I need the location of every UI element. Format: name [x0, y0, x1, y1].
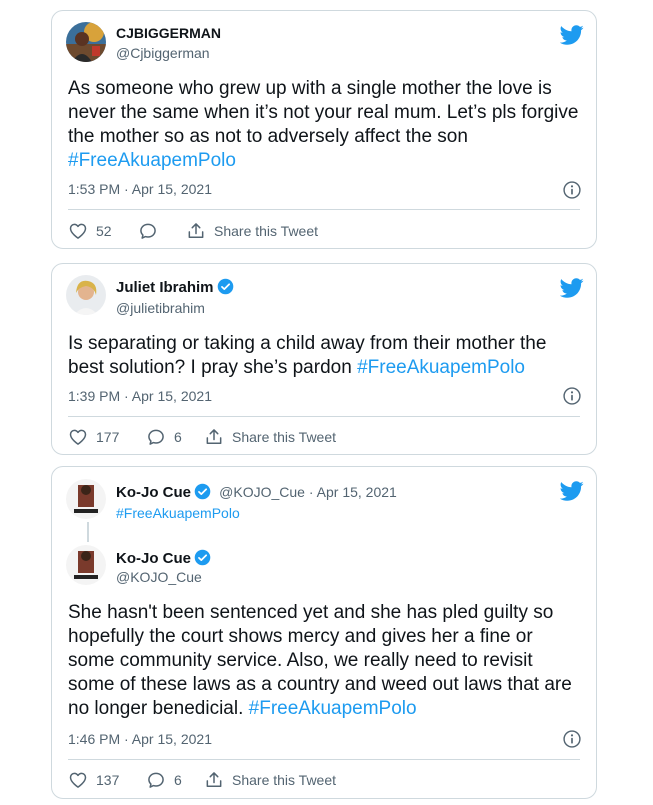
like-count: 52: [96, 223, 112, 239]
tweet-timestamp[interactable]: 1:46 PM · Apr 15, 2021: [68, 731, 212, 747]
tweet-text: Is separating or taking a child away fro…: [68, 332, 582, 380]
avatar[interactable]: [66, 275, 106, 315]
reply-button[interactable]: 6: [146, 427, 182, 447]
hashtag-link[interactable]: #FreeAkuapemPolo: [249, 698, 417, 719]
info-icon[interactable]: [562, 180, 582, 200]
reply-button[interactable]: 6: [146, 770, 182, 790]
twitter-bird-icon[interactable]: [560, 276, 584, 300]
like-button[interactable]: 52: [68, 221, 112, 241]
tweet-card[interactable]: Ko-Jo Cue @KOJO_Cue · Apr 15, 2021 #Free…: [51, 466, 597, 799]
author-meta: @KOJO_Cue · Apr 15, 2021: [219, 484, 397, 500]
tweet-card[interactable]: Juliet Ibrahim @julietibrahim Is separat…: [51, 263, 597, 455]
heart-icon: [68, 221, 88, 241]
info-icon[interactable]: [562, 386, 582, 406]
verified-badge-icon: [217, 278, 234, 295]
twitter-bird-icon[interactable]: [560, 23, 584, 47]
divider: [68, 416, 580, 417]
tweet-text: She hasn't been sentenced yet and she ha…: [68, 601, 582, 721]
author-name-text: Ko-Jo Cue: [116, 550, 191, 567]
author-name[interactable]: Ko-Jo Cue: [116, 549, 211, 567]
author-name-text: Ko-Jo Cue: [116, 484, 191, 501]
author-handle[interactable]: @Cjbiggerman: [116, 45, 210, 61]
share-icon: [204, 427, 224, 447]
avatar[interactable]: [66, 479, 106, 519]
verified-badge-icon: [194, 483, 211, 500]
share-label: Share this Tweet: [232, 772, 337, 788]
avatar[interactable]: [66, 545, 106, 585]
reply-icon: [146, 427, 166, 447]
share-button[interactable]: Share this Tweet: [204, 427, 336, 447]
tweet-timestamp[interactable]: 1:39 PM · Apr 15, 2021: [68, 388, 212, 404]
twitter-bird-icon[interactable]: [560, 479, 584, 503]
share-button[interactable]: Share this Tweet: [204, 770, 336, 790]
reply-button[interactable]: [138, 221, 166, 241]
reply-icon: [146, 770, 166, 790]
like-count: 177: [96, 429, 120, 445]
reply-count: 6: [174, 772, 182, 788]
share-label: Share this Tweet: [232, 429, 337, 445]
like-button[interactable]: 137: [68, 770, 119, 790]
share-icon: [204, 770, 224, 790]
author-name[interactable]: Juliet Ibrahim: [116, 278, 234, 296]
like-button[interactable]: 177: [68, 427, 119, 447]
avatar[interactable]: [66, 22, 106, 62]
author-name-text: Juliet Ibrahim: [116, 279, 214, 296]
thread-connector: [87, 522, 89, 542]
tweet-text: As someone who grew up with a single mot…: [68, 77, 582, 173]
hashtag-link[interactable]: #FreeAkuapemPolo: [357, 357, 525, 378]
tweet-body: As someone who grew up with a single mot…: [68, 78, 579, 147]
tweet-card[interactable]: CJBIGGERMAN @Cjbiggerman As someone who …: [51, 10, 597, 249]
tweet-timestamp[interactable]: 1:53 PM · Apr 15, 2021: [68, 181, 212, 197]
reply-count: 6: [174, 429, 182, 445]
author-handle[interactable]: @KOJO_Cue: [116, 569, 202, 585]
share-button[interactable]: Share this Tweet: [186, 221, 318, 241]
share-label: Share this Tweet: [214, 223, 319, 239]
author-name[interactable]: CJBIGGERMAN: [116, 25, 221, 41]
author-handle[interactable]: @julietibrahim: [116, 300, 205, 316]
hashtag-link[interactable]: #FreeAkuapemPolo: [116, 505, 240, 521]
heart-icon: [68, 427, 88, 447]
heart-icon: [68, 770, 88, 790]
divider: [68, 209, 580, 210]
hashtag-link[interactable]: #FreeAkuapemPolo: [68, 150, 236, 171]
divider: [68, 759, 580, 760]
author-name[interactable]: Ko-Jo Cue @KOJO_Cue · Apr 15, 2021: [116, 483, 397, 501]
verified-badge-icon: [194, 549, 211, 566]
reply-icon: [138, 221, 158, 241]
share-icon: [186, 221, 206, 241]
like-count: 137: [96, 772, 120, 788]
info-icon[interactable]: [562, 729, 582, 749]
